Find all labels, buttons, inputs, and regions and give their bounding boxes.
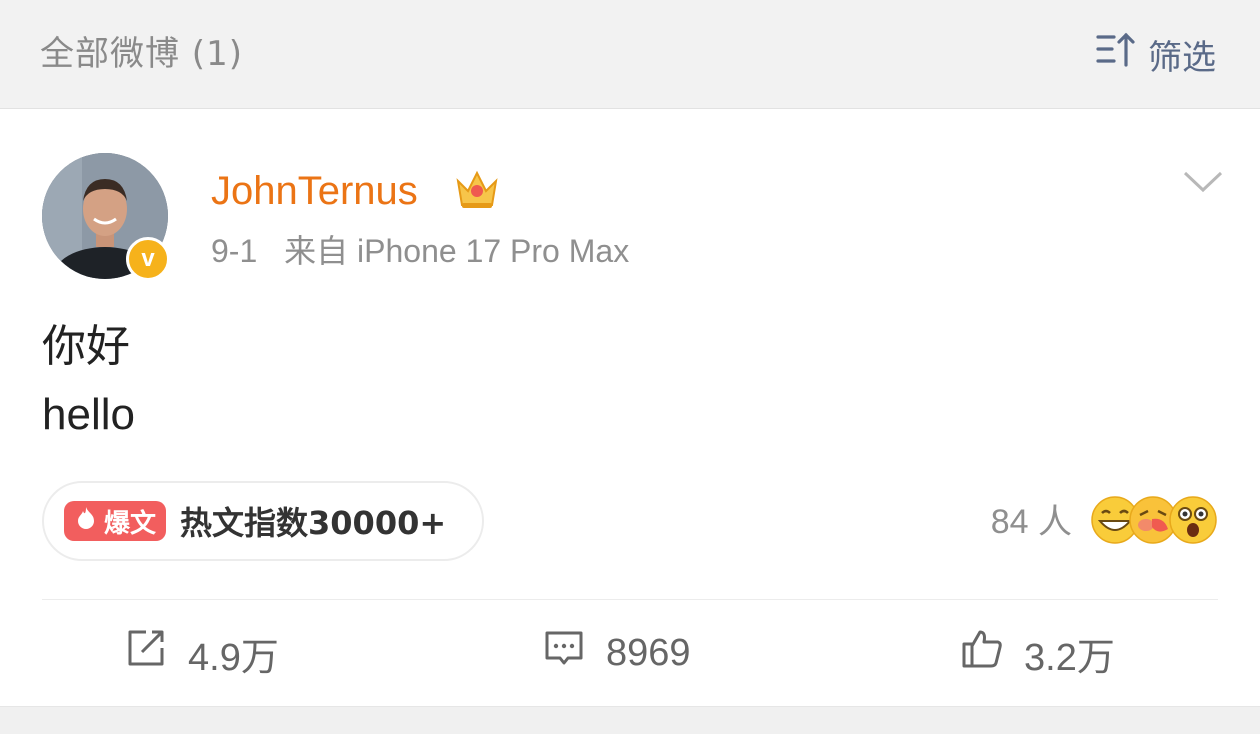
sort-filter-icon	[1094, 27, 1140, 82]
post-card: v JohnTernus 9-1 来自 iPhone 17 Pro Max 你好…	[0, 109, 1260, 706]
comment-count: 8969	[606, 631, 691, 674]
shocked-emoji-icon	[1169, 496, 1217, 544]
post-date: 9-1	[211, 233, 258, 269]
username[interactable]: JohnTernus	[211, 167, 418, 215]
content-line: 你好	[42, 322, 130, 371]
all-posts-title: 全部微博 (1)	[40, 34, 243, 74]
bottom-strip	[0, 706, 1260, 734]
fire-icon	[72, 504, 100, 539]
repost-button[interactable]: 4.9万	[124, 625, 279, 681]
weibo-page: 全部微博 (1) 筛选 v JohnTernus 9-1 来自 iPhone 1…	[0, 0, 1260, 734]
divider	[42, 599, 1218, 600]
chevron-down-icon[interactable]	[1182, 169, 1224, 195]
comment-icon	[542, 626, 586, 680]
content-line: hello	[42, 390, 135, 439]
crown-icon	[456, 170, 498, 208]
verified-badge-icon: v	[126, 237, 170, 281]
hot-badge-label: 爆文	[104, 508, 157, 539]
post-source: 来自 iPhone 17 Pro Max	[284, 233, 630, 269]
hot-badge: 爆文	[64, 501, 167, 541]
post-meta: 9-1 来自 iPhone 17 Pro Max	[211, 231, 629, 271]
post-content: 你好 hello	[42, 313, 135, 449]
filter-bar: 全部微博 (1) 筛选	[0, 0, 1260, 109]
like-button[interactable]: 3.2万	[960, 625, 1115, 681]
repost-count: 4.9万	[188, 636, 279, 679]
reaction-emojis[interactable]	[1090, 495, 1218, 549]
avatar[interactable]: v	[42, 153, 170, 281]
comment-button[interactable]: 8969	[542, 625, 691, 681]
reaction-count[interactable]: 84 人	[991, 501, 1072, 543]
repost-icon	[124, 626, 168, 680]
hot-index-text: 热文指数30000+	[180, 504, 447, 542]
filter-label: 筛选	[1148, 37, 1216, 78]
hot-article-pill[interactable]: 爆文 热文指数30000+	[42, 481, 484, 561]
thumbs-up-icon	[960, 626, 1004, 680]
like-count: 3.2万	[1024, 636, 1115, 679]
filter-button[interactable]: 筛选	[1094, 30, 1216, 78]
